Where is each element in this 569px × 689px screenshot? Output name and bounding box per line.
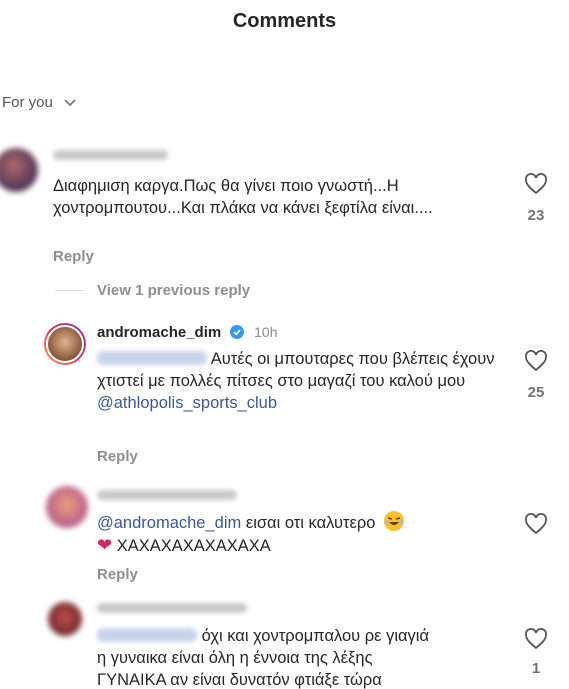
- comment-text: όχι και χοντρομπαλου ρε γιαγιά: [201, 627, 430, 645]
- verified-badge-icon: [229, 325, 244, 339]
- avatar[interactable]: [48, 602, 82, 636]
- like-count: 25: [527, 384, 545, 401]
- laughing-emoji-icon: [384, 511, 405, 531]
- like-count: 1: [531, 660, 541, 677]
- comment-text-block: @andromache_dim εισαι οτι καλυτερο ❤ ΧΑΧ…: [97, 511, 517, 557]
- view-previous-replies-button[interactable]: View 1 previous reply: [97, 282, 250, 299]
- heart-icon[interactable]: [524, 513, 548, 535]
- mention-link[interactable]: @athlopolis_sports_club: [97, 394, 277, 412]
- comment-reply: andromache_dim 10h Αυτές οι μπουταρες πο…: [0, 318, 569, 468]
- heart-icon[interactable]: [524, 628, 548, 650]
- username-blurred[interactable]: [97, 490, 237, 500]
- heart-icon[interactable]: [524, 350, 548, 372]
- heart-icon[interactable]: [524, 173, 548, 195]
- comment-header: andromache_dim 10h: [97, 324, 277, 342]
- mention-link[interactable]: @andromache_dim: [97, 514, 241, 532]
- header: Comments: [0, 0, 569, 42]
- comment-text-line2: η γυναικα είναι όλη η έννοια της λέξης: [97, 649, 373, 667]
- reply-button[interactable]: Reply: [53, 248, 94, 265]
- filter-dropdown[interactable]: For you: [2, 94, 77, 111]
- divider: [55, 290, 85, 291]
- comment-text: Διαφημιση καργα.Πως θα γίνει ποιο γνωστή…: [53, 177, 433, 217]
- comment-text-line2: ΧΑΧΑΧΑΧΑΧΑΧΑΧΑ: [116, 537, 271, 555]
- like-count: 23: [527, 207, 545, 224]
- avatar[interactable]: [0, 148, 38, 192]
- username-blurred[interactable]: [97, 603, 247, 613]
- reply-button[interactable]: Reply: [97, 448, 138, 465]
- comment-reply: όχι και χοντρομπαλου ρε γιαγιά η γυναικα…: [0, 592, 569, 689]
- avatar[interactable]: [46, 486, 88, 528]
- mention-blurred[interactable]: [97, 351, 207, 365]
- timestamp: 10h: [254, 324, 278, 340]
- comment-text-block: όχι και χοντρομπαλου ρε γιαγιά η γυναικα…: [97, 625, 517, 689]
- username-blurred[interactable]: [53, 150, 168, 160]
- page-title: Comments: [232, 9, 337, 32]
- comment-text-block: Αυτές οι μπουταρες που βλέπεις έχουν χτι…: [97, 348, 497, 414]
- red-heart-icon: ❤: [97, 535, 113, 555]
- username[interactable]: andromache_dim: [97, 324, 221, 341]
- filter-label: For you: [2, 94, 53, 111]
- avatar[interactable]: [44, 323, 86, 365]
- comments-screen: Comments For you Διαφημιση καργα.Πως θα …: [0, 0, 569, 689]
- reply-button[interactable]: Reply: [97, 566, 138, 583]
- mention-blurred[interactable]: [97, 628, 197, 642]
- comment-text-line3: ΓΥΝΑΙΚΑ αν είναι δυνατόν φτιάξε τώρα: [97, 671, 382, 689]
- comment-text: εισαι οτι καλυτερο: [245, 514, 376, 532]
- chevron-down-icon: [64, 98, 76, 106]
- comment: Διαφημιση καργα.Πως θα γίνει ποιο γνωστή…: [0, 140, 569, 270]
- comment-reply: @andromache_dim εισαι οτι καλυτερο ❤ ΧΑΧ…: [0, 480, 569, 590]
